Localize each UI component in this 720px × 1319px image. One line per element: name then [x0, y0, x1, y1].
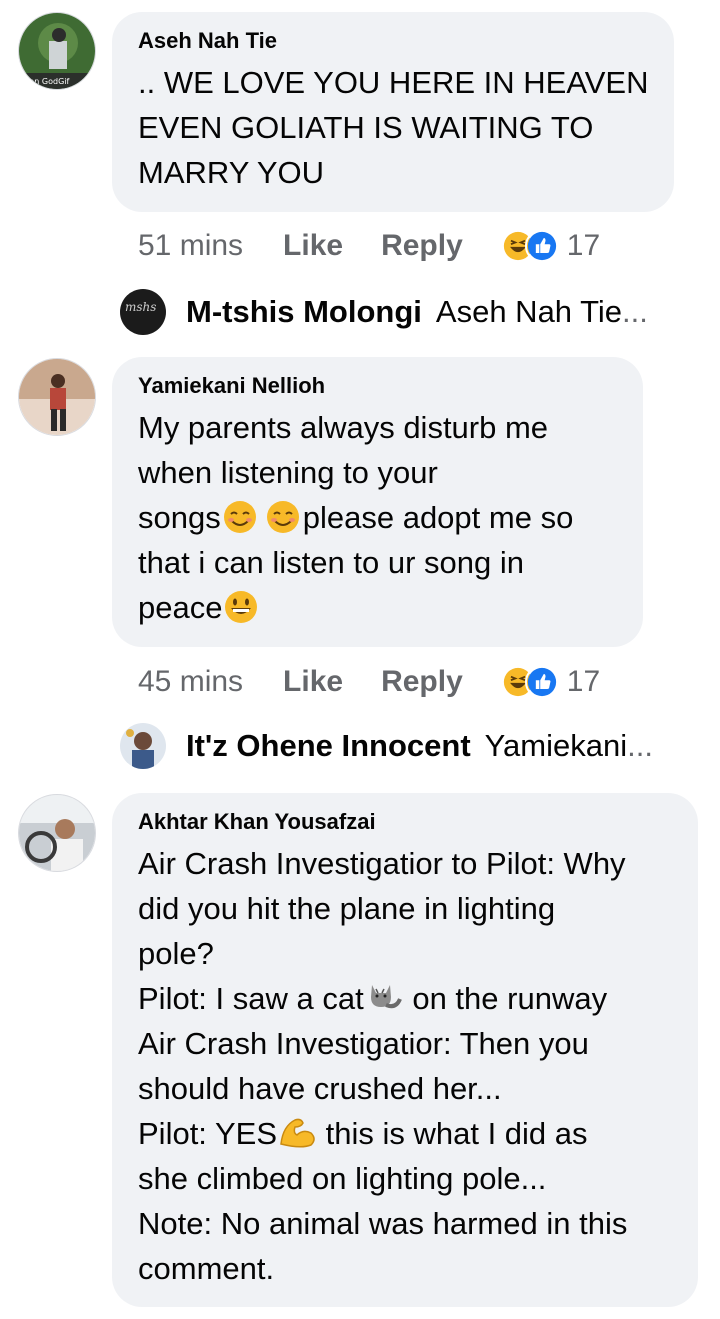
comment-time[interactable]: 51 mins — [138, 229, 243, 263]
comment-text-line: Air Crash Investigatior: Then you — [138, 1026, 589, 1061]
avatar[interactable] — [18, 794, 96, 872]
avatar-photo — [19, 795, 95, 871]
like-reaction-icon — [524, 665, 559, 699]
reply-avatar: mshs — [120, 289, 166, 335]
reply-button[interactable]: Reply — [381, 665, 463, 699]
comment-text-line: Note: No animal was harmed in this — [138, 1206, 628, 1241]
reply-avatar — [120, 723, 166, 769]
comment-time[interactable]: 45 mins — [138, 665, 243, 699]
reactions-summary[interactable]: 17 — [500, 665, 601, 699]
comment-text-line: comment. — [138, 1251, 275, 1286]
comment-text-line: Pilot: I saw a cat on the runway — [138, 976, 672, 1021]
comment-text-line: Air Crash Investigatior to Pilot: Why — [138, 846, 626, 881]
avatar[interactable] — [18, 358, 96, 436]
grinning-face-icon — [225, 591, 258, 623]
smiling-face-icon — [266, 501, 299, 533]
comment-text-segment: this is what I did as — [317, 1116, 588, 1151]
comment-actions: 45 mins Like Reply 17 — [138, 662, 600, 702]
comment-text-line: that i can listen to ur song in — [138, 545, 525, 580]
comment-text-line: EVEN GOLIATH IS WAITING TO — [138, 110, 594, 145]
reply-preview[interactable]: mshs M-tshis Molongi Aseh Nah Tie... — [120, 288, 648, 336]
comment-author[interactable]: Aseh Nah Tie — [138, 28, 648, 54]
avatar-photo: can GodGif — [19, 13, 95, 89]
comment-text-line: My parents always disturb me — [138, 410, 549, 445]
reply-preview[interactable]: It'z Ohene Innocent Yamiekani... — [120, 722, 653, 770]
comment-text-line: Pilot: YES this is what I did as — [138, 1111, 672, 1156]
reactions-summary[interactable]: 17 — [500, 229, 601, 263]
comment-text-segment: peace — [138, 590, 223, 625]
svg-text:can GodGif: can GodGif — [25, 77, 70, 86]
reply-snippet: Yamiekani — [484, 728, 628, 763]
reply-ellipsis: ... — [622, 294, 648, 329]
reaction-count: 17 — [566, 229, 601, 262]
avatar-photo: mshs — [120, 289, 166, 335]
comment-bubble[interactable]: Yamiekani Nellioh My parents always dist… — [112, 357, 643, 647]
smiling-face-icon — [223, 501, 256, 533]
comment-text-segment: songs — [138, 500, 221, 535]
comment-text-line: pole? — [138, 936, 214, 971]
comment-text-segment: Pilot: YES — [138, 1116, 278, 1151]
avatar[interactable]: can GodGif — [18, 12, 96, 90]
avatar-photo — [19, 359, 95, 435]
reply-author[interactable]: It'z Ohene Innocent — [186, 728, 471, 764]
comment-author[interactable]: Akhtar Khan Yousafzai — [138, 809, 672, 835]
comment-text-segment: please adopt me so — [302, 500, 574, 535]
comment-text-line: she climbed on lighting pole... — [138, 1161, 547, 1196]
comment-text-line: should have crushed her... — [138, 1071, 502, 1106]
comment-text-line: .. WE LOVE YOU HERE IN HEAVEN — [138, 65, 649, 100]
comment-text-line: songs please adopt me so — [138, 495, 617, 540]
comment-text-line: when listening to your — [138, 455, 438, 490]
reply-button[interactable]: Reply — [381, 229, 463, 263]
like-button[interactable]: Like — [283, 665, 343, 699]
reply-snippet: Aseh Nah Tie — [435, 294, 623, 329]
like-reaction-icon — [524, 229, 559, 263]
comment-bubble[interactable]: Aseh Nah Tie .. WE LOVE YOU HERE IN HEAV… — [112, 12, 674, 212]
comment-bubble[interactable]: Akhtar Khan Yousafzai Air Crash Investig… — [112, 793, 698, 1307]
reply-author[interactable]: M-tshis Molongi — [186, 294, 422, 330]
flexed-biceps-icon — [280, 1118, 315, 1148]
like-button[interactable]: Like — [283, 229, 343, 263]
comment-author[interactable]: Yamiekani Nellioh — [138, 373, 617, 399]
comment-text-line: MARRY YOU — [138, 155, 325, 190]
comment-text-line: peace — [138, 585, 617, 630]
comment-text-line: did you hit the plane in lighting — [138, 891, 556, 926]
reply-ellipsis: ... — [627, 728, 653, 763]
cat-icon — [370, 985, 402, 1009]
comment-actions: 51 mins Like Reply 17 — [138, 226, 600, 266]
avatar-photo — [120, 723, 166, 769]
svg-text:mshs: mshs — [125, 300, 156, 314]
comment-text-segment: on the runway — [403, 981, 608, 1016]
comment-text-segment: Pilot: I saw a cat — [138, 981, 364, 1016]
reaction-count: 17 — [566, 665, 601, 698]
